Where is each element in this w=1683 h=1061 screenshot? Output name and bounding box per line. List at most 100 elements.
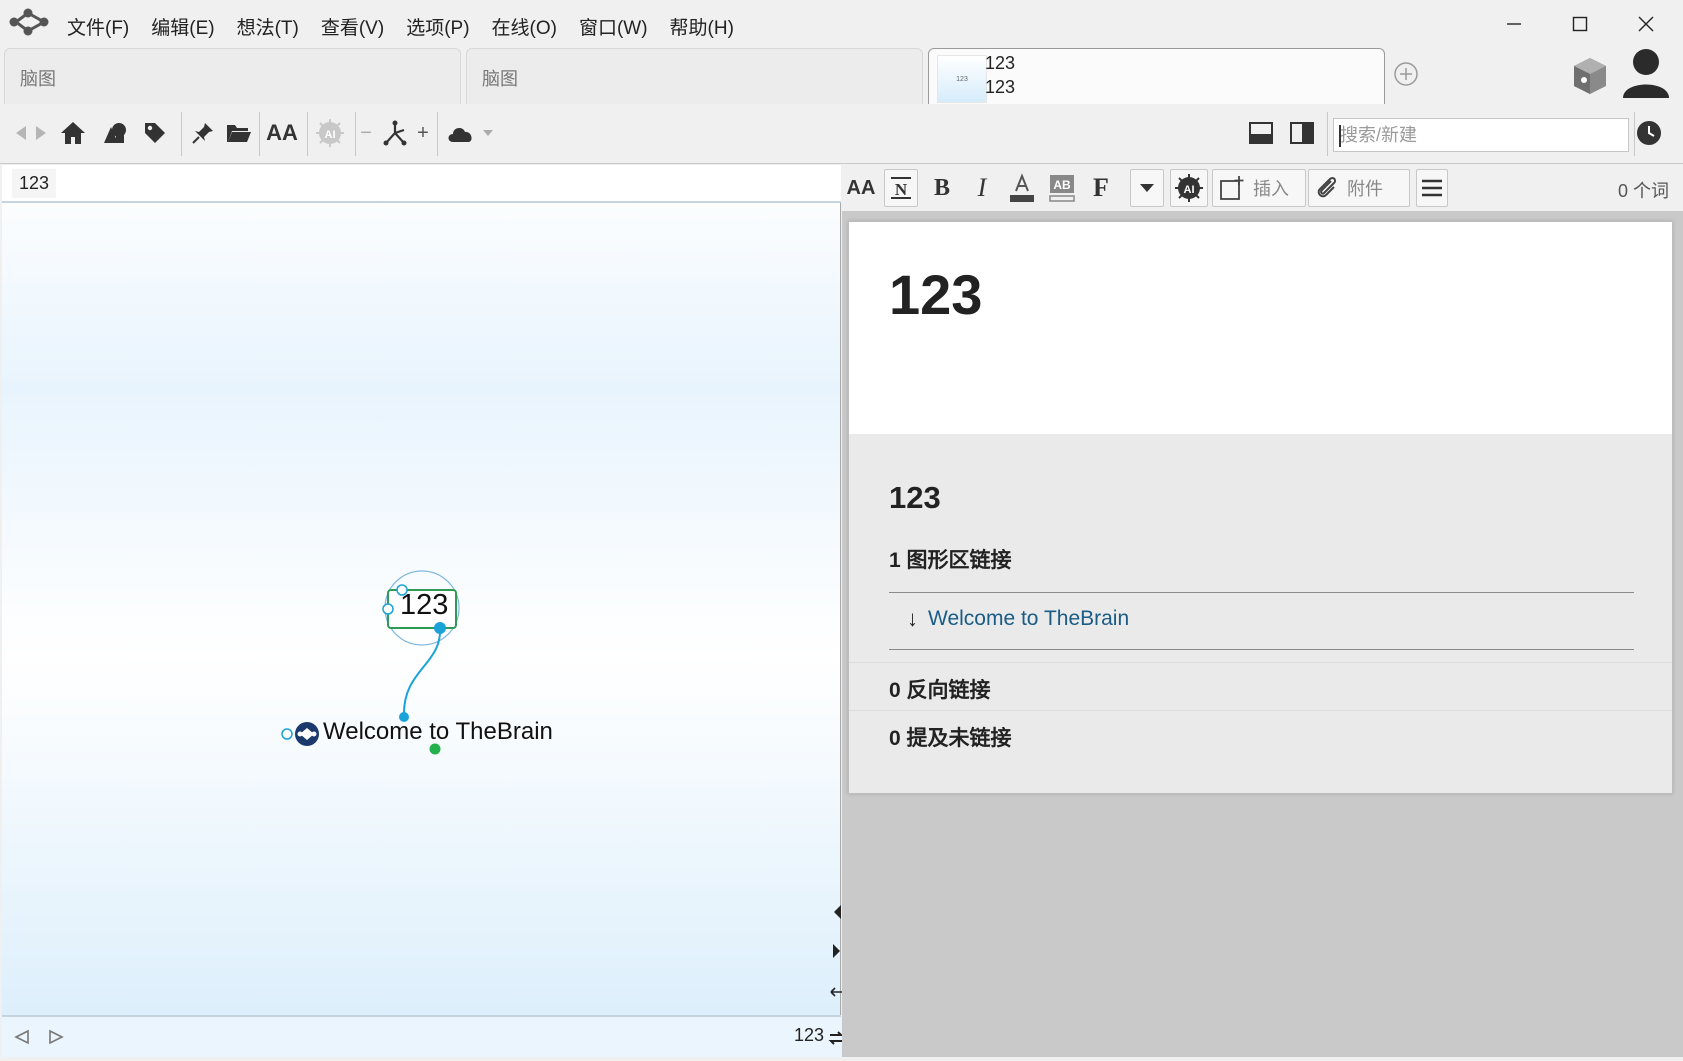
thebrain-logo-icon[interactable] xyxy=(6,6,50,36)
menu-edit[interactable]: 编辑(E) xyxy=(140,13,225,40)
cloud-icon xyxy=(448,128,472,142)
home-button[interactable] xyxy=(58,118,88,148)
attachment-label: 附件 xyxy=(1347,179,1383,199)
insert-button[interactable]: 插入 xyxy=(1212,169,1306,207)
collapse-button[interactable]: − xyxy=(358,118,374,148)
shapes-button[interactable] xyxy=(100,118,130,148)
menu-help[interactable]: 帮助(H) xyxy=(659,13,745,40)
layout-right-button[interactable] xyxy=(1287,118,1317,148)
highlight-icon: AB xyxy=(1049,175,1075,202)
format-button[interactable]: F xyxy=(1086,169,1116,207)
tab-active-thought[interactable]: 123 123 123 xyxy=(928,48,1385,104)
backlinks-heading[interactable]: 0 反向链接 xyxy=(889,674,991,704)
link-text[interactable]: Welcome to TheBrain xyxy=(928,607,1129,631)
highlight-button[interactable]: AB xyxy=(1046,169,1078,207)
note-section-title: 123 xyxy=(889,480,941,515)
text-color-button[interactable] xyxy=(1006,169,1038,207)
tag-button[interactable] xyxy=(140,118,170,148)
collapse-left-icon[interactable] xyxy=(832,904,842,920)
forward-icon[interactable] xyxy=(48,1029,64,1045)
folder-icon xyxy=(227,125,251,142)
notes-menu-button[interactable] xyxy=(1416,169,1448,207)
attachment-button[interactable]: 附件 xyxy=(1308,169,1410,207)
tab-brain-2[interactable]: 脑图 xyxy=(466,48,923,104)
minimize-button[interactable] xyxy=(1486,6,1542,42)
ai-icon: AI xyxy=(316,119,344,147)
divider xyxy=(849,662,1672,663)
map-footer: 123 xyxy=(2,1015,844,1057)
history-button[interactable] xyxy=(1634,118,1664,148)
cube-icon[interactable] xyxy=(1568,54,1612,98)
gate-dot[interactable] xyxy=(434,622,446,634)
ai-icon: AI xyxy=(1175,174,1203,202)
pin-icon xyxy=(192,123,213,144)
menu-options[interactable]: 选项(P) xyxy=(395,13,480,40)
thebrain-window: 文件(F) 编辑(E) 想法(T) 查看(V) 选项(P) 在线(O) 窗口(W… xyxy=(0,0,1683,1061)
cloud-dropdown-button[interactable] xyxy=(480,118,496,148)
note-title[interactable]: 123 xyxy=(889,262,982,327)
format-dropdown-button[interactable] xyxy=(1130,169,1164,207)
menu-view[interactable]: 查看(V) xyxy=(310,13,395,40)
toolbar-separator xyxy=(1327,112,1328,156)
user-avatar-icon[interactable] xyxy=(1620,46,1672,102)
maximize-button[interactable] xyxy=(1552,6,1608,42)
network-icon xyxy=(383,120,407,146)
notes-document[interactable]: 123 123 1 图形区链接 ↓ Welcome to TheBrain 0 … xyxy=(848,221,1673,794)
tab-bar: 脑图 脑图 123 123 123 xyxy=(0,46,1683,104)
normal-text-icon: N xyxy=(891,177,911,199)
link-line[interactable] xyxy=(402,627,442,718)
brain-map-pane[interactable]: 123 123 Welcome to TheBrain 123 xyxy=(2,165,844,1057)
unlinked-mentions-heading[interactable]: 0 提及未链接 xyxy=(889,722,1012,752)
map-footer-label: 123 xyxy=(794,1025,825,1045)
notes-font-size-button[interactable]: AA xyxy=(846,169,876,207)
toolbar-separator xyxy=(355,112,356,156)
menu-thought[interactable]: 想法(T) xyxy=(226,13,310,40)
jump-gate-icon[interactable] xyxy=(382,603,394,615)
collapse-right-icon[interactable] xyxy=(832,943,842,959)
forward-button[interactable] xyxy=(32,118,50,148)
search-box xyxy=(1333,118,1629,152)
title-bar: 文件(F) 编辑(E) 想法(T) 查看(V) 选项(P) 在线(O) 窗口(W… xyxy=(0,0,1683,48)
link-welcome[interactable]: ↓ Welcome to TheBrain xyxy=(907,606,1129,632)
menu-window[interactable]: 窗口(W) xyxy=(568,13,659,40)
ai-button[interactable]: AI xyxy=(314,118,346,148)
divider xyxy=(849,710,1672,711)
layout-bottom-icon xyxy=(1249,122,1273,144)
add-tab-icon[interactable] xyxy=(1392,60,1420,88)
menu-online[interactable]: 在线(O) xyxy=(481,13,568,40)
menu-bar: 文件(F) 编辑(E) 想法(T) 查看(V) 选项(P) 在线(O) 窗口(W… xyxy=(56,0,745,52)
divider xyxy=(889,592,1634,593)
normal-text-button[interactable]: N xyxy=(884,169,918,207)
thought-welcome[interactable]: Welcome to TheBrain xyxy=(323,718,553,746)
font-size-button[interactable]: AA xyxy=(266,118,298,148)
toolbar-separator xyxy=(437,112,438,156)
network-button[interactable] xyxy=(380,118,410,148)
jump-gate-icon[interactable] xyxy=(281,728,293,740)
back-button[interactable] xyxy=(12,118,30,148)
tab-brain-1[interactable]: 脑图 xyxy=(4,48,461,104)
expand-button[interactable]: + xyxy=(414,118,432,148)
notes-toolbar: AA N B I AB F AI 插入 附件 0 个词 xyxy=(842,165,1683,211)
close-button[interactable] xyxy=(1618,6,1674,42)
hamburger-icon xyxy=(1422,179,1442,197)
menu-file[interactable]: 文件(F) xyxy=(56,13,140,40)
layout-right-icon xyxy=(1290,122,1314,144)
svg-text:AI: AI xyxy=(325,129,336,141)
back-icon[interactable] xyxy=(14,1029,30,1045)
bold-button[interactable]: B xyxy=(926,169,958,207)
home-icon xyxy=(61,122,85,144)
toolbar-separator xyxy=(181,112,182,156)
layout-bottom-button[interactable] xyxy=(1246,118,1276,148)
pin-button[interactable] xyxy=(188,118,218,148)
search-input[interactable] xyxy=(1334,119,1628,151)
italic-button[interactable]: I xyxy=(966,169,998,207)
svg-text:AI: AI xyxy=(1184,184,1195,196)
folder-button[interactable] xyxy=(224,118,254,148)
active-thought-label[interactable]: 123 xyxy=(400,589,448,622)
notes-editor-area[interactable]: 123 xyxy=(849,222,1672,434)
svg-text:N: N xyxy=(895,180,908,199)
insert-icon xyxy=(1220,176,1244,200)
notes-ai-button[interactable]: AI xyxy=(1170,169,1208,207)
word-count: 0 个词 xyxy=(1617,181,1669,201)
cloud-button[interactable] xyxy=(444,118,478,148)
